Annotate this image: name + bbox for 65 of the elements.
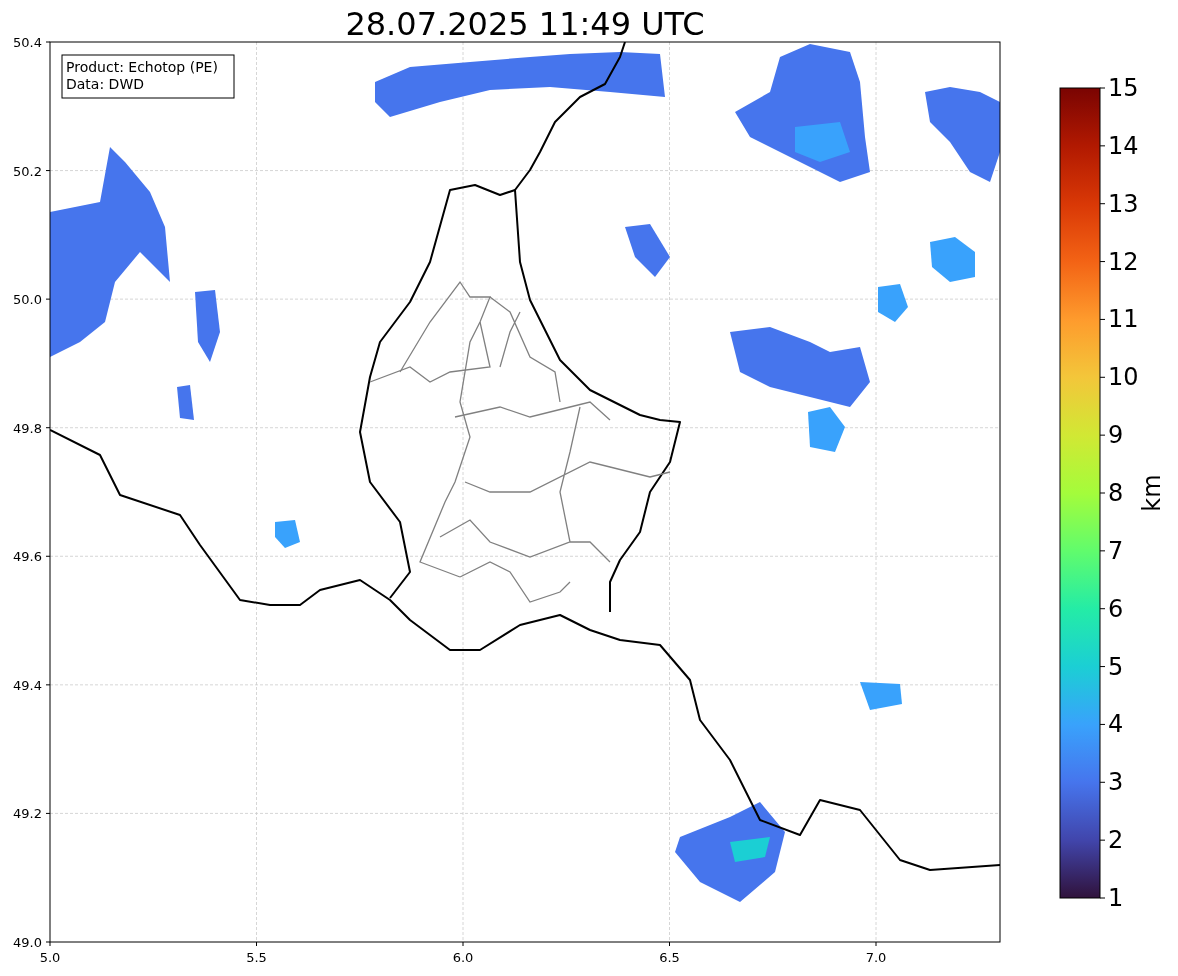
colorbar-tick-label: 14 bbox=[1108, 131, 1139, 160]
colorbar-tick-label: 11 bbox=[1108, 305, 1139, 334]
radar-echo bbox=[625, 224, 670, 277]
tick-mark bbox=[875, 941, 877, 947]
radar-echo bbox=[860, 682, 902, 710]
info-text: Product: Echotop (PE) bbox=[66, 59, 218, 75]
colorbar-tick-label: 3 bbox=[1108, 768, 1124, 797]
tick-mark bbox=[1099, 492, 1106, 494]
radar-echo bbox=[878, 284, 908, 322]
tick-mark bbox=[1099, 87, 1106, 89]
tick-mark bbox=[1099, 666, 1106, 668]
tick-mark bbox=[1099, 839, 1106, 841]
tick-mark bbox=[45, 812, 51, 814]
tick-mark bbox=[1099, 318, 1106, 320]
tick-mark bbox=[462, 941, 464, 947]
tick-mark bbox=[669, 941, 670, 947]
colorbar-tick-label: 6 bbox=[1108, 594, 1124, 623]
tick-mark bbox=[1099, 145, 1106, 147]
colorbar-label: km bbox=[1138, 474, 1166, 512]
y-tick-label: 49.0 bbox=[13, 935, 42, 950]
colorbar-tick-label: 10 bbox=[1108, 363, 1139, 392]
tick-mark bbox=[45, 298, 51, 300]
tick-mark bbox=[1099, 723, 1106, 725]
radar-echo bbox=[275, 520, 300, 548]
tick-mark bbox=[1099, 203, 1106, 205]
y-tick-label: 49.8 bbox=[13, 420, 42, 436]
colorbar-tick-label: 8 bbox=[1108, 479, 1124, 507]
info-text: Data: DWD bbox=[66, 76, 144, 92]
tick-mark bbox=[45, 170, 51, 172]
colorbar-tick-label: 13 bbox=[1108, 189, 1139, 218]
tick-mark bbox=[45, 427, 51, 429]
y-tick-label: 49.6 bbox=[13, 549, 42, 565]
tick-mark bbox=[1099, 781, 1106, 783]
tick-mark bbox=[45, 555, 51, 557]
colorbar-tick-label: 2 bbox=[1108, 826, 1124, 855]
x-tick-label: 6.0 bbox=[452, 950, 474, 965]
colorbar-tick-label: 5 bbox=[1108, 652, 1124, 681]
tick-mark bbox=[45, 684, 51, 686]
tick-mark bbox=[1099, 376, 1106, 378]
radar-echo bbox=[930, 237, 975, 282]
radar-echo bbox=[177, 385, 194, 420]
colorbar-tick-label: 7 bbox=[1108, 536, 1124, 565]
colorbar-tick-label: 9 bbox=[1108, 421, 1124, 450]
tick-mark bbox=[1099, 897, 1106, 899]
tick-mark bbox=[1099, 608, 1106, 610]
radar-echo bbox=[195, 290, 220, 362]
tick-mark bbox=[45, 41, 51, 43]
chart-title: 28.07.2025 11:49 UTC bbox=[345, 5, 705, 43]
x-tick-label: 5.5 bbox=[246, 950, 267, 965]
tick-mark bbox=[1099, 261, 1106, 263]
y-tick-label: 49.2 bbox=[13, 806, 42, 822]
tick-mark bbox=[1099, 434, 1106, 436]
colorbar-tick-label: 1 bbox=[1108, 884, 1124, 912]
y-tick-label: 50.4 bbox=[13, 35, 42, 50]
y-tick-label: 50.0 bbox=[13, 292, 42, 308]
tick-mark bbox=[1099, 550, 1106, 552]
x-tick-label: 7.0 bbox=[865, 950, 887, 965]
y-tick-label: 49.4 bbox=[13, 677, 42, 693]
colorbar-tick-label: 15 bbox=[1108, 74, 1139, 102]
x-tick-label: 5.0 bbox=[39, 950, 61, 965]
colorbar-tick-label: 12 bbox=[1108, 247, 1139, 276]
colorbar-tick-label: 4 bbox=[1108, 710, 1124, 739]
x-tick-label: 6.5 bbox=[659, 950, 680, 965]
y-tick-label: 50.2 bbox=[13, 163, 42, 179]
tick-mark bbox=[256, 941, 257, 947]
